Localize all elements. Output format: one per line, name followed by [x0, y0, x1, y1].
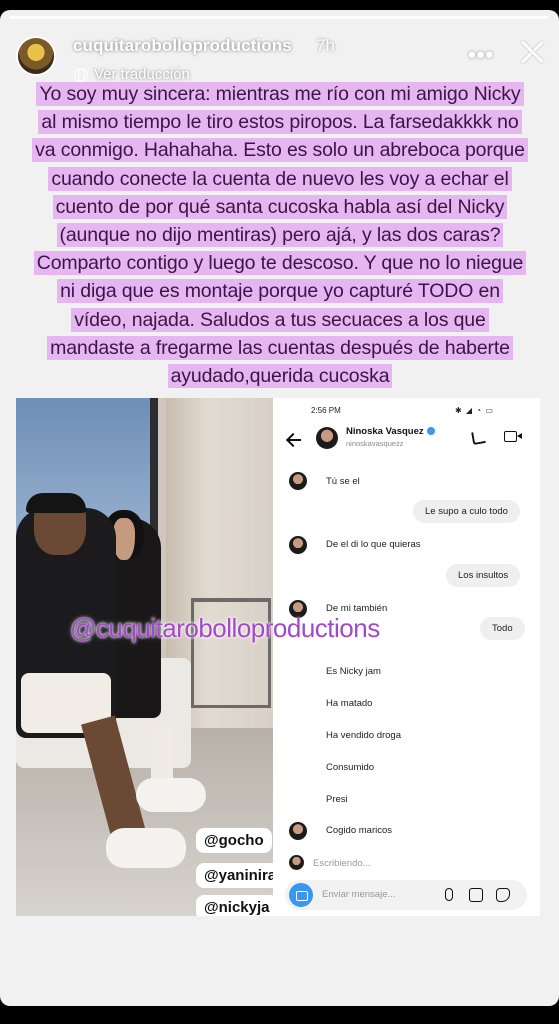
- message-incoming: Ha matado: [326, 698, 373, 709]
- camera-icon[interactable]: [289, 883, 313, 907]
- microphone-icon[interactable]: [445, 888, 453, 901]
- story-caption: Yo soy muy sincera: mientras me río con …: [30, 80, 530, 390]
- dm-screenshot: 2:56 PM ✱ ◢ ◔ ▭ Ninoska Vasquez ninoskav…: [273, 398, 540, 916]
- story-viewer: cuquitarobolloproductions 7h Ver traducc…: [0, 10, 559, 1006]
- verified-badge-icon: [426, 427, 435, 435]
- caption-text: Yo soy muy sincera: mientras me río con …: [32, 82, 528, 389]
- phone-call-icon[interactable]: [470, 428, 488, 446]
- message-outgoing: Le supo a culo todo: [413, 500, 520, 523]
- status-time: 2:56 PM: [311, 406, 341, 415]
- mention-tag[interactable]: @yaninira: [196, 863, 273, 888]
- message-incoming: Ha vendido droga: [326, 730, 401, 741]
- sender-avatar: [289, 855, 304, 870]
- sender-avatar: [289, 822, 307, 840]
- mention-tag[interactable]: @nickyja: [196, 895, 273, 916]
- message-incoming: Tú se el: [326, 476, 360, 487]
- message-outgoing: Todo: [480, 617, 525, 640]
- dm-header: Ninoska Vasquez ninoskavasquezz: [273, 422, 540, 462]
- composer-placeholder[interactable]: Enviar mensaje...: [322, 889, 395, 900]
- video-call-icon[interactable]: [504, 431, 522, 442]
- video-frame: @gocho @yaninira @nickyja: [16, 398, 273, 916]
- contact-avatar[interactable]: [316, 427, 338, 449]
- message-incoming: Consumido: [326, 762, 375, 773]
- message-incoming: Cogido maricos: [326, 825, 392, 836]
- message-outgoing: Los insultos: [446, 564, 521, 587]
- story-header: cuquitarobolloproductions 7h Ver traducc…: [0, 28, 559, 88]
- man-cap: [26, 493, 86, 513]
- message-composer[interactable]: Enviar mensaje...: [285, 880, 527, 910]
- typing-indicator: Escribiendo...: [313, 858, 371, 869]
- sender-avatar: [289, 472, 307, 490]
- mention-tag[interactable]: @gocho: [196, 828, 272, 853]
- close-icon[interactable]: [516, 36, 548, 68]
- contact-handle: ninoskavasquezz: [346, 439, 404, 448]
- story-username[interactable]: cuquitarobolloproductions: [73, 36, 292, 56]
- contact-name-text: Ninoska Vasquez: [346, 426, 424, 437]
- sneaker: [106, 828, 186, 868]
- story-progress-bar: [10, 16, 549, 19]
- message-incoming: Es Nicky jam: [326, 666, 381, 677]
- more-horizontal-icon[interactable]: •••: [468, 42, 494, 68]
- back-arrow-icon[interactable]: [286, 432, 302, 448]
- status-icons: ✱ ◢ ◔ ▭: [455, 406, 494, 415]
- sneaker: [136, 778, 206, 812]
- gallery-icon[interactable]: [469, 888, 483, 902]
- contact-name[interactable]: Ninoska Vasquez: [346, 426, 435, 437]
- watermark-text: @cuquitarobolloproductions: [70, 613, 380, 643]
- message-incoming: Presi: [326, 794, 348, 805]
- story-time: 7h: [316, 36, 335, 55]
- profile-avatar[interactable]: [16, 36, 56, 76]
- message-incoming: De el di lo que quieras: [326, 539, 421, 550]
- phone-status-bar: 2:56 PM ✱ ◢ ◔ ▭: [273, 398, 540, 422]
- sender-avatar: [289, 536, 307, 554]
- sticker-icon[interactable]: [496, 888, 510, 902]
